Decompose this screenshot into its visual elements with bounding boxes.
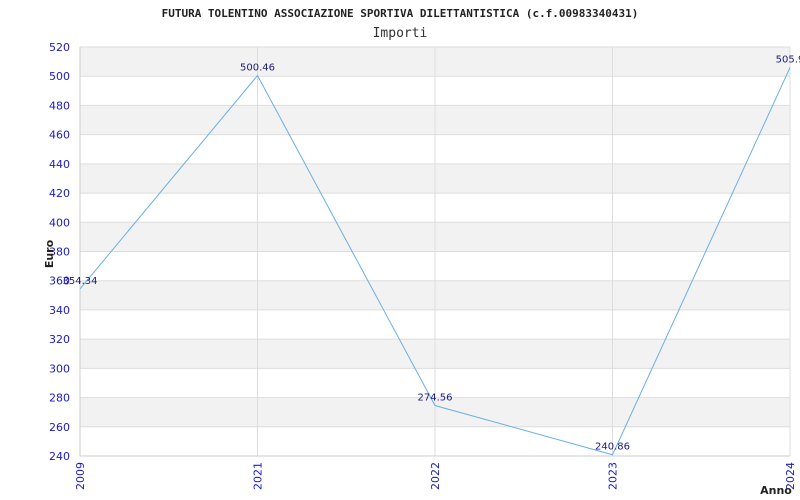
y-tick-label: 340 — [49, 304, 70, 317]
chart-title: FUTURA TOLENTINO ASSOCIAZIONE SPORTIVA D… — [162, 7, 639, 20]
y-tick-label: 280 — [49, 392, 70, 405]
y-tick-label: 480 — [49, 99, 70, 112]
data-label: 354.34 — [63, 276, 98, 287]
x-axis-label: Anno — [760, 484, 792, 497]
y-tick-label: 500 — [49, 70, 70, 83]
data-label: 274.56 — [418, 393, 453, 404]
y-tick-label: 320 — [49, 333, 70, 346]
y-tick-label: 440 — [49, 158, 70, 171]
y-axis-label: Euro — [43, 239, 56, 268]
x-tick-label: 2022 — [429, 462, 442, 490]
data-label: 240.86 — [595, 442, 630, 453]
line-chart: 2402602803003203403603804004204404604805… — [43, 7, 800, 497]
y-tick-label: 300 — [49, 362, 70, 375]
data-label: 500.46 — [240, 63, 275, 74]
x-axis-ticks: 2009 2021 2022 2023 2024 — [74, 462, 797, 490]
x-tick-label: 2021 — [252, 462, 265, 490]
y-tick-label: 520 — [49, 41, 70, 54]
y-tick-label: 400 — [49, 216, 70, 229]
chart-subtitle: Importi — [373, 26, 428, 41]
y-tick-label: 240 — [49, 450, 70, 463]
y-tick-label: 460 — [49, 129, 70, 142]
y-tick-label: 420 — [49, 187, 70, 200]
y-tick-label: 260 — [49, 421, 70, 434]
data-label: 505.9 — [776, 55, 800, 66]
x-tick-label: 2009 — [74, 462, 87, 490]
x-tick-label: 2023 — [607, 462, 620, 490]
